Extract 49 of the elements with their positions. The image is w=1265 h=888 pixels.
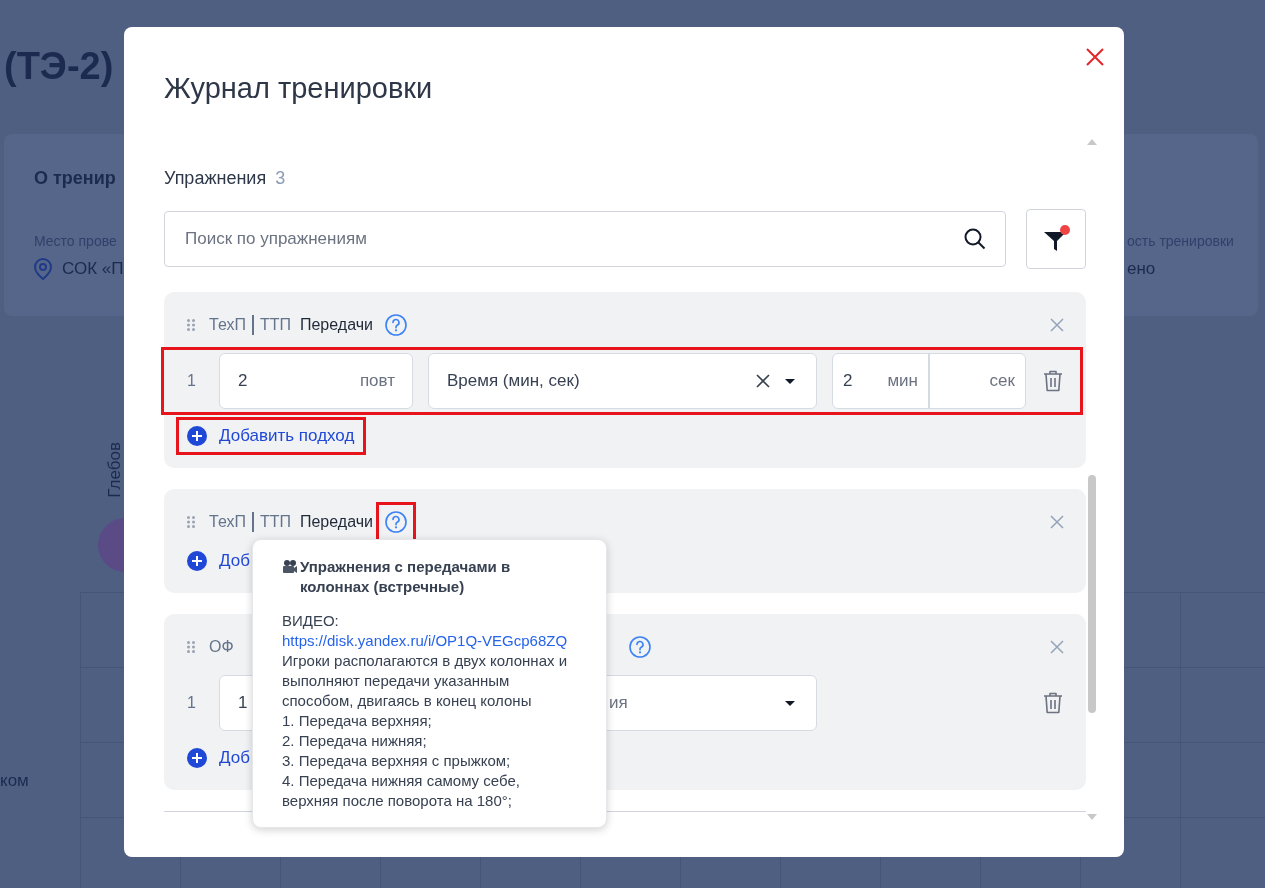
search-field[interactable]: Поиск по упражнениям: [164, 211, 1006, 267]
scrollbar-thumb[interactable]: [1088, 475, 1096, 713]
drag-handle-icon[interactable]: [187, 516, 195, 528]
close-icon[interactable]: [1050, 515, 1064, 529]
status-value: ено: [1127, 258, 1156, 280]
exercise-count: 3: [275, 167, 286, 190]
plus-circle-icon: [187, 551, 207, 571]
measure-select[interactable]: Время (мин, сек): [428, 353, 817, 409]
question-icon: [629, 636, 651, 658]
exercise-category: ТехП: [209, 513, 246, 531]
exercise-subcategory: ТТП: [259, 513, 291, 531]
duration-field[interactable]: 2 мин сек: [832, 353, 1026, 409]
question-icon: [384, 511, 407, 533]
tooltip-title: Упражнения с передачами в колоннах (встречные): [300, 557, 512, 597]
video-link[interactable]: https://disk.yandex.ru/i/OP1Q-VEGcp68ZQ: [282, 632, 568, 649]
clear-icon[interactable]: [756, 374, 770, 388]
reps-field[interactable]: 2 повт: [219, 353, 413, 409]
caret-icon: [784, 699, 796, 707]
close-icon[interactable]: [1050, 318, 1064, 332]
help-button[interactable]: [378, 505, 413, 539]
scroll-down-icon[interactable]: [1087, 814, 1097, 820]
trash-icon[interactable]: [1043, 692, 1063, 714]
video-line: ВИДЕО: https://disk.yandex.ru/i/OP1Q-VEGcp68ZQ: [282, 611, 569, 651]
set-number: 1: [186, 372, 197, 390]
trash-icon[interactable]: [1043, 370, 1063, 392]
card-heading: О тренир: [34, 167, 117, 190]
drag-handle-icon[interactable]: [187, 319, 195, 331]
search-icon: [964, 228, 986, 250]
plus-circle-icon: [187, 748, 207, 768]
filter-button[interactable]: [1026, 209, 1086, 269]
set-number: 1: [186, 694, 197, 712]
question-icon: [384, 314, 407, 336]
modal-title: Журнал тренировки: [164, 71, 434, 106]
close-icon[interactable]: [1050, 640, 1064, 654]
place-value: СОК «П: [62, 258, 124, 280]
add-set-button[interactable]: Добавить подход: [179, 420, 364, 452]
exercise-name: Передачи: [299, 316, 373, 334]
location-pin-icon: [34, 258, 52, 280]
video-camera-icon: [282, 559, 298, 575]
exercise-category: ТехП: [209, 316, 246, 334]
close-icon[interactable]: [1086, 48, 1104, 66]
exercise-category: ОФ: [209, 638, 233, 656]
plus-circle-icon: [187, 426, 207, 446]
exercise-subcategory: ТТП: [259, 316, 291, 334]
exercise-name: Передачи: [299, 513, 373, 531]
caret-icon: [784, 377, 796, 385]
section-title: Упражнения: [164, 167, 267, 190]
drag-handle-icon[interactable]: [187, 641, 195, 653]
scroll-up-icon[interactable]: [1087, 139, 1097, 145]
